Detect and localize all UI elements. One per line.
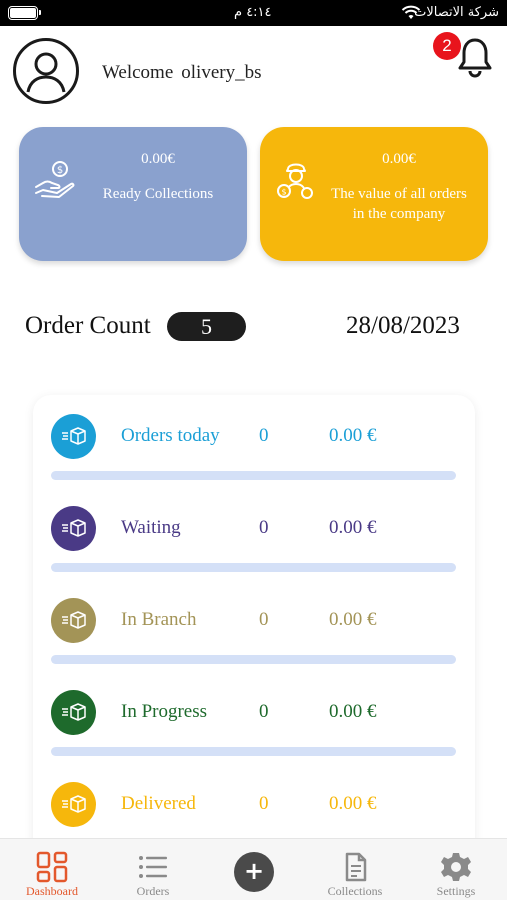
nav-dashboard[interactable]: Dashboard bbox=[2, 839, 102, 900]
box-icon bbox=[51, 690, 96, 735]
avatar[interactable] bbox=[13, 38, 79, 104]
current-date: 28/08/2023 bbox=[346, 312, 460, 339]
money-hand-icon: $ bbox=[35, 161, 75, 198]
box-icon bbox=[51, 598, 96, 643]
company-orders-label-line2: in the company bbox=[352, 206, 446, 222]
box-icon bbox=[51, 782, 96, 827]
dashboard-icon bbox=[36, 851, 68, 883]
status-progress-bar bbox=[51, 471, 456, 480]
status-count: 0 bbox=[259, 701, 269, 722]
status-amount: 0.00 € bbox=[329, 517, 377, 538]
company-orders-value-card[interactable]: $ 0.00€ The value of all orders in the c… bbox=[260, 127, 488, 261]
order-count-label: Order Count bbox=[25, 312, 151, 339]
box-icon bbox=[51, 414, 96, 459]
status-name: In Branch bbox=[121, 609, 197, 630]
company-orders-amount: 0.00€ bbox=[382, 151, 416, 167]
status-progress-bar bbox=[51, 563, 456, 572]
notification-bell-icon[interactable] bbox=[456, 36, 494, 78]
status-bar: ٤:١٤ م شركة الاتصالات bbox=[0, 0, 507, 26]
status-amount: 0.00 € bbox=[329, 425, 377, 446]
nav-orders[interactable]: Orders bbox=[103, 839, 203, 900]
status-name: Delivered bbox=[121, 793, 196, 814]
carrier-name: شركة الاتصالات bbox=[414, 5, 499, 20]
user-icon bbox=[26, 52, 66, 93]
nav-label: Settings bbox=[436, 884, 476, 898]
status-amount: 0.00 € bbox=[329, 793, 377, 814]
nav-collections[interactable]: Collections bbox=[305, 839, 405, 900]
status-name: Waiting bbox=[121, 517, 181, 538]
worker-coins-icon: $ bbox=[277, 163, 313, 199]
svg-text:$: $ bbox=[281, 188, 286, 197]
status-progress-bar bbox=[51, 747, 456, 756]
ready-collections-label: Ready Collections bbox=[102, 186, 214, 202]
status-row-in-progress[interactable]: In Progress 0 0.00 € bbox=[33, 671, 475, 763]
welcome-message: Welcome olivery_bs bbox=[102, 62, 262, 84]
status-name: Orders today bbox=[121, 425, 220, 446]
status-progress-bar bbox=[51, 655, 456, 664]
status-row-waiting[interactable]: Waiting 0 0.00 € bbox=[33, 487, 475, 579]
nav-label: Dashboard bbox=[26, 884, 78, 898]
status-time: ٤:١٤ م bbox=[234, 5, 272, 20]
status-amount: 0.00 € bbox=[329, 609, 377, 630]
nav-label: Orders bbox=[136, 884, 170, 898]
ready-collections-amount: 0.00€ bbox=[141, 151, 175, 167]
username: olivery_bs bbox=[181, 62, 262, 83]
company-orders-label-line1: The value of all orders bbox=[331, 186, 467, 202]
welcome-text: Welcome bbox=[102, 62, 174, 83]
notification-badge: 2 bbox=[433, 32, 461, 60]
status-row-orders-today[interactable]: Orders today 0 0.00 € bbox=[33, 395, 475, 487]
document-icon bbox=[345, 852, 367, 882]
company-orders-label: The value of all orders in the company bbox=[318, 184, 480, 224]
status-count: 0 bbox=[259, 517, 269, 538]
order-status-list: Orders today 0 0.00 € Waiting 0 0.00 € I… bbox=[33, 395, 475, 855]
battery-icon bbox=[8, 6, 41, 20]
status-amount: 0.00 € bbox=[329, 701, 377, 722]
svg-text:$: $ bbox=[57, 165, 63, 176]
nav-settings[interactable]: Settings bbox=[406, 839, 506, 900]
status-count: 0 bbox=[259, 793, 269, 814]
gear-icon bbox=[441, 853, 471, 881]
status-count: 0 bbox=[259, 609, 269, 630]
nav-label: Collections bbox=[327, 884, 383, 898]
status-row-in-branch[interactable]: In Branch 0 0.00 € bbox=[33, 579, 475, 671]
box-icon bbox=[51, 506, 96, 551]
add-button[interactable]: + bbox=[234, 852, 274, 892]
order-count-badge: 5 bbox=[167, 312, 246, 341]
status-count: 0 bbox=[259, 425, 269, 446]
list-icon bbox=[139, 856, 167, 878]
ready-collections-card[interactable]: $ 0.00€ Ready Collections bbox=[19, 127, 247, 261]
status-name: In Progress bbox=[121, 701, 208, 722]
